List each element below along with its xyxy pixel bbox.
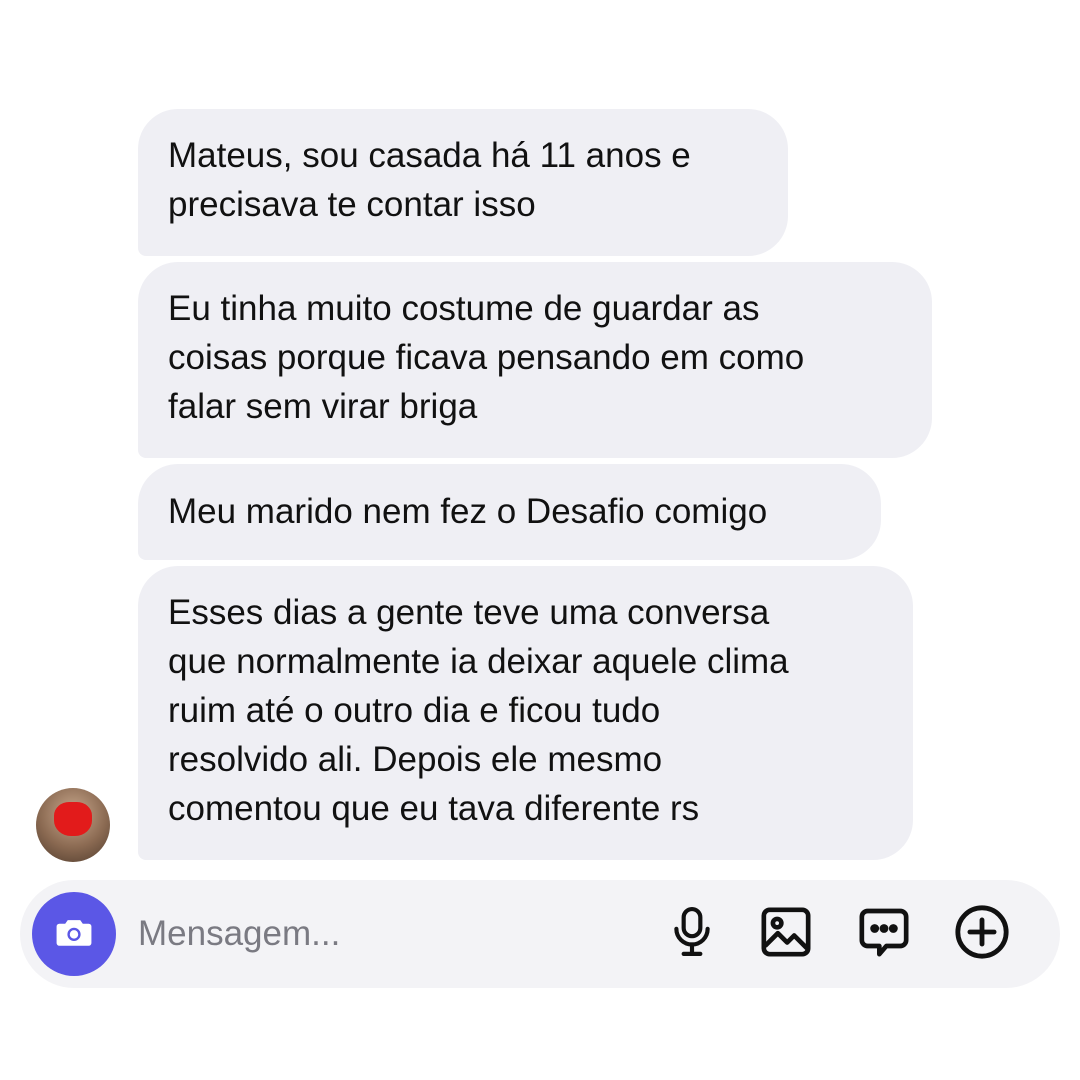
microphone-button[interactable] [662, 904, 722, 964]
message-bubble: Eu tinha muito costume de guardar as coi… [138, 262, 932, 458]
camera-icon [52, 910, 96, 959]
redaction-mark [54, 802, 92, 836]
image-icon [758, 904, 814, 965]
message-composer: Mensagem... [20, 880, 1060, 988]
message-input[interactable]: Mensagem... [138, 912, 340, 956]
message-bubble: Mateus, sou casada há 11 anos e precisav… [138, 109, 788, 256]
microphone-icon [667, 904, 717, 965]
message-bubble: Esses dias a gente teve uma conversa que… [138, 566, 913, 860]
more-button[interactable] [952, 904, 1012, 964]
chat-screen: Mateus, sou casada há 11 anos e precisav… [0, 0, 1080, 1080]
plus-circle-icon [953, 903, 1011, 966]
message-bubble: Meu marido nem fez o Desafio comigo [138, 464, 881, 560]
chat-bubble-icon [856, 904, 912, 965]
avatar[interactable] [36, 788, 110, 862]
sticker-button[interactable] [854, 904, 914, 964]
gallery-button[interactable] [756, 904, 816, 964]
camera-button[interactable] [32, 892, 116, 976]
